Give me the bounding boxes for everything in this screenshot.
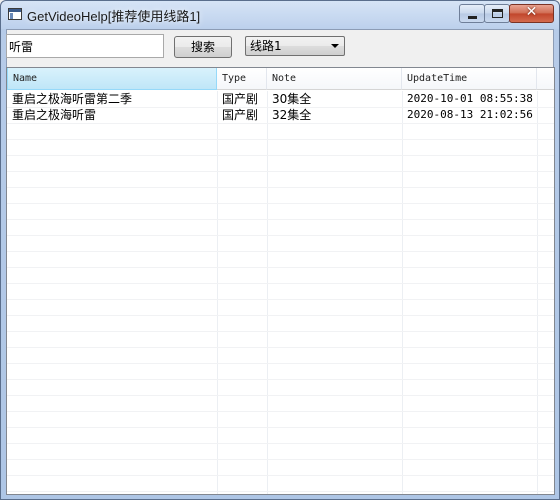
route-select[interactable]: 线路1 xyxy=(245,36,345,56)
column-header-filler xyxy=(537,68,554,90)
grid-line xyxy=(7,443,554,444)
column-header-updatetime[interactable]: UpdateTime xyxy=(402,68,537,90)
grid-line xyxy=(537,91,538,494)
cell-note: 32集全 xyxy=(272,108,312,122)
grid-line xyxy=(7,219,554,220)
close-icon: ✕ xyxy=(525,4,538,20)
grid-line xyxy=(7,203,554,204)
column-header-note[interactable]: Note xyxy=(267,68,402,90)
grid-line xyxy=(7,251,554,252)
client-area: 搜索 线路1 Name Type Note UpdateTime 重启之极海听雷… xyxy=(6,29,555,495)
column-header-name[interactable]: Name xyxy=(7,68,217,90)
grid-line xyxy=(7,123,554,124)
grid-line xyxy=(7,155,554,156)
grid-line xyxy=(7,299,554,300)
maximize-icon xyxy=(492,9,503,18)
grid-line xyxy=(7,187,554,188)
grid-line xyxy=(7,395,554,396)
grid-line xyxy=(7,331,554,332)
cell-type: 国产剧 xyxy=(222,108,259,122)
minimize-icon xyxy=(468,16,477,19)
grid-line xyxy=(7,427,554,428)
cell-updatetime: 2020-08-13 21:02:56 xyxy=(407,108,533,121)
grid-line xyxy=(7,475,554,476)
close-button[interactable]: ✕ xyxy=(509,4,554,23)
grid-line xyxy=(217,91,218,494)
grid-line xyxy=(7,267,554,268)
grid-line xyxy=(267,91,268,494)
column-header-type[interactable]: Type xyxy=(217,68,267,90)
search-button[interactable]: 搜索 xyxy=(174,36,232,58)
grid-line xyxy=(7,491,554,492)
cell-note: 30集全 xyxy=(272,92,312,106)
grid-line xyxy=(7,283,554,284)
cell-name: 重启之极海听雷第二季 xyxy=(12,92,133,106)
table-row[interactable]: 重启之极海听雷第二季 国产剧 30集全 2020-10-01 08:55:38 xyxy=(7,91,554,107)
grid-line xyxy=(7,235,554,236)
results-table: Name Type Note UpdateTime 重启之极海听雷第二季 国产剧… xyxy=(6,67,555,495)
maximize-button[interactable] xyxy=(484,4,510,23)
table-row[interactable]: 重启之极海听雷 国产剧 32集全 2020-08-13 21:02:56 xyxy=(7,107,554,123)
grid-line xyxy=(7,459,554,460)
table-header: Name Type Note UpdateTime xyxy=(7,68,554,90)
window-controls: ✕ xyxy=(459,4,554,24)
grid-line xyxy=(7,363,554,364)
window-title: GetVideoHelp[推荐使用线路1] xyxy=(27,9,201,24)
grid-line xyxy=(402,91,403,494)
cell-updatetime: 2020-10-01 08:55:38 xyxy=(407,92,533,105)
cell-name: 重启之极海听雷 xyxy=(12,108,97,122)
chevron-down-icon xyxy=(331,44,339,48)
table-body: 重启之极海听雷第二季 国产剧 30集全 2020-10-01 08:55:38 … xyxy=(7,91,554,494)
grid-line xyxy=(7,411,554,412)
minimize-button[interactable] xyxy=(459,4,485,23)
grid-line xyxy=(7,139,554,140)
app-icon xyxy=(8,8,22,20)
search-input[interactable] xyxy=(6,34,164,58)
cell-type: 国产剧 xyxy=(222,92,259,106)
grid-line xyxy=(7,347,554,348)
app-window: GetVideoHelp[推荐使用线路1] ✕ 搜索 线路1 Name Type… xyxy=(0,0,560,500)
title-bar[interactable]: GetVideoHelp[推荐使用线路1] ✕ xyxy=(1,1,559,29)
grid-line xyxy=(7,171,554,172)
grid-line xyxy=(7,379,554,380)
route-select-value: 线路1 xyxy=(250,39,282,53)
grid-line xyxy=(7,315,554,316)
grid-line xyxy=(7,107,554,108)
